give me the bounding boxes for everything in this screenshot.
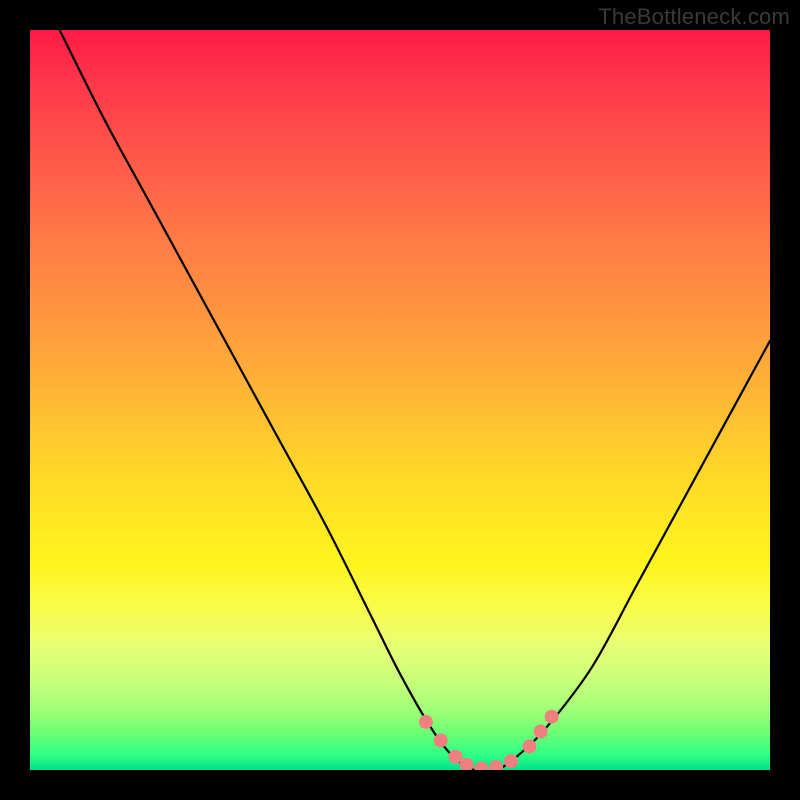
marker-group (419, 710, 559, 770)
marker-left-upper (419, 715, 433, 729)
chart-frame: TheBottleneck.com (0, 0, 800, 800)
marker-bottom-2 (474, 762, 488, 770)
marker-bottom-3 (489, 760, 503, 770)
marker-right-upper (545, 710, 559, 724)
watermark-text: TheBottleneck.com (598, 4, 790, 30)
marker-bottom-4 (504, 754, 518, 768)
bottleneck-curve (60, 30, 770, 770)
plot-area (30, 30, 770, 770)
marker-right-lower (523, 739, 537, 753)
chart-svg (30, 30, 770, 770)
marker-left-mid (434, 733, 448, 747)
marker-right-mid (534, 725, 548, 739)
